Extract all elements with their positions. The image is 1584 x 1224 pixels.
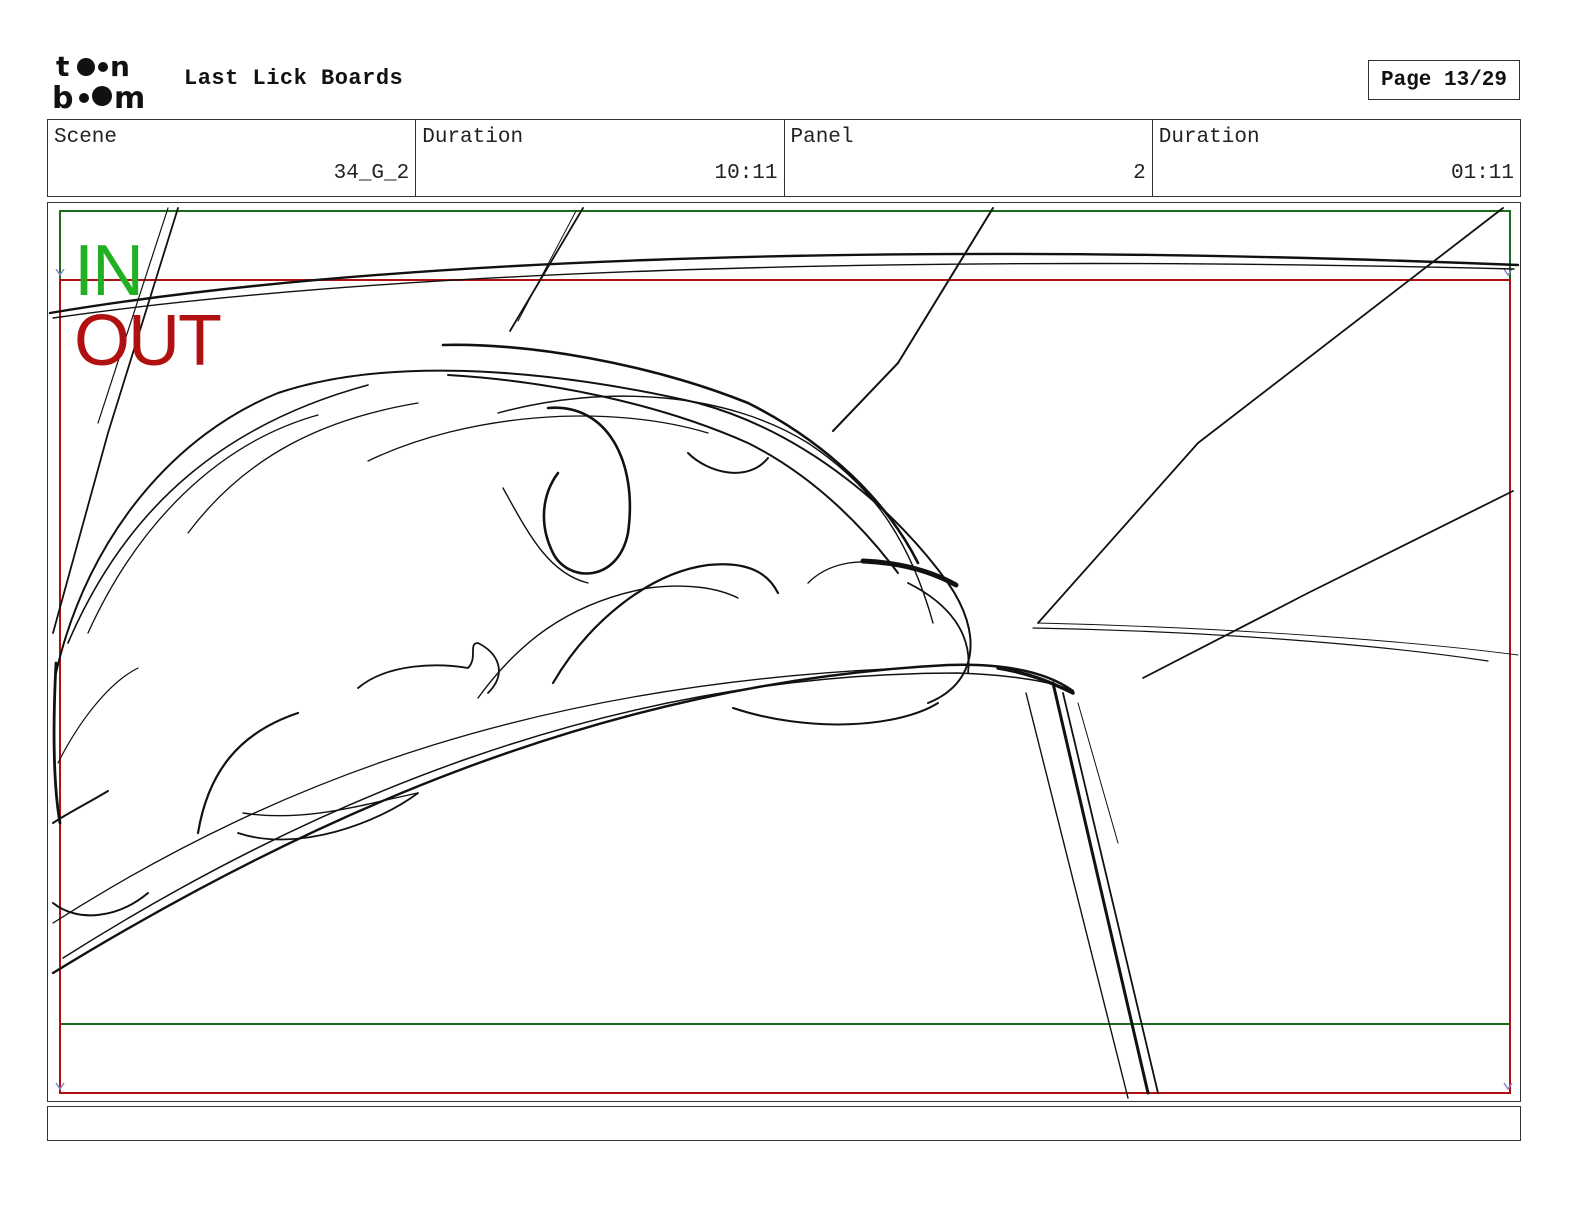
scene-value: 34_G_2 (333, 162, 410, 185)
panel-cell: Panel 2 (785, 120, 1153, 196)
scene-duration-cell: Duration 10:11 (416, 120, 785, 196)
scene-label: Scene (54, 126, 118, 149)
svg-text:n: n (110, 50, 130, 83)
sketch-drawing (48, 207, 1520, 1099)
panel-duration-cell: Duration 01:11 (1153, 120, 1520, 196)
panel-value: 2 (1133, 162, 1146, 185)
svg-text:m: m (114, 81, 145, 112)
scene-cell: Scene 34_G_2 (48, 120, 417, 196)
scene-duration-value: 10:11 (714, 162, 778, 185)
storyboard-panel: IN OUT (47, 202, 1521, 1102)
panel-duration-label: Duration (1158, 126, 1260, 149)
in-camera-frame (59, 210, 1511, 1025)
panel-label: Panel (790, 126, 854, 149)
scene-info-table: Scene 34_G_2 Duration 10:11 Panel 2 Dura… (47, 119, 1521, 197)
svg-text:b: b (52, 81, 73, 112)
svg-text:t: t (56, 50, 69, 83)
toon-boom-logo: t n b m (52, 50, 162, 116)
out-camera-frame (59, 279, 1511, 1094)
toon-boom-logo-mark: t n b m (52, 50, 145, 116)
pencil-sketch (48, 207, 1520, 1099)
panel-notes-box (47, 1106, 1521, 1141)
panel-duration-value: 01:11 (1450, 162, 1514, 185)
project-title: Last Lick Boards (184, 66, 404, 91)
scene-duration-label: Duration (422, 126, 524, 149)
in-frame-label: IN (74, 231, 144, 311)
out-frame-label: OUT (74, 301, 222, 381)
page-indicator: Page 13/29 (1368, 60, 1520, 100)
